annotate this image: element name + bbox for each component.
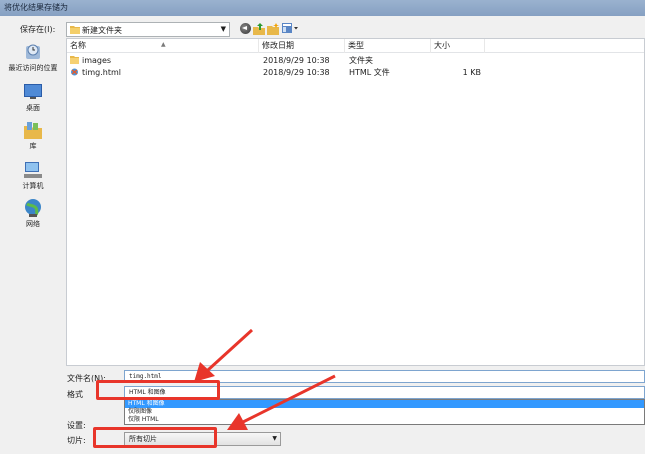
new-folder-icon[interactable] [267,23,279,35]
sort-ascending-icon: ▲ [161,41,166,48]
network-icon [22,198,44,218]
place-label: 网络 [26,220,40,228]
file-name: timg.html [82,68,121,77]
place-label: 桌面 [26,104,40,112]
file-name-cell: timg.html [70,67,121,79]
back-icon[interactable] [240,23,251,34]
format-dropdown-list[interactable]: HTML 和图像 仅限图像 仅限 HTML [124,399,645,425]
places-bar: 最近访问的位置 桌面 库 计算机 网络 [0,40,66,364]
column-name-label: 名称 [70,41,86,50]
folder-icon [70,56,79,64]
view-menu-icon[interactable] [282,23,298,34]
place-libraries[interactable]: 库 [0,120,66,151]
computer-icon [22,160,44,180]
file-list[interactable]: 名称 ▲ 修改日期 类型 大小 images 2018/9/29 10:38 文… [66,38,645,366]
column-header-name[interactable]: 名称 ▲ [67,39,259,53]
title-bar: 将优化结果存储为 [0,0,645,16]
place-network[interactable]: 网络 [0,198,66,229]
file-name: images [82,56,112,65]
place-label: 库 [29,142,37,150]
file-list-header: 名称 ▲ 修改日期 类型 大小 [67,39,644,53]
place-recent[interactable]: 最近访问的位置 [0,42,66,73]
format-option[interactable]: 仅限 HTML [125,416,644,424]
format-label: 格式 [67,390,83,399]
html-file-icon [70,68,79,76]
place-computer[interactable]: 计算机 [0,160,66,191]
chevron-down-icon: ▼ [272,435,277,442]
file-size-cell: 1 KB [462,68,481,77]
file-date-cell: 2018/9/29 10:38 [263,56,330,65]
location-dropdown[interactable]: 新建文件夹 ▼ [66,22,230,37]
file-type-cell: 文件夹 [349,56,373,65]
format-option[interactable]: 仅限图像 [125,408,644,416]
column-date-label: 修改日期 [262,41,294,50]
column-size-label: 大小 [434,41,450,50]
file-row[interactable]: timg.html 2018/9/29 10:38 HTML 文件 1 KB [67,67,487,79]
place-label: 计算机 [22,182,44,190]
save-in-label: 保存在(I): [20,25,56,34]
column-header-date[interactable]: 修改日期 [259,39,345,53]
chevron-down-icon: ▼ [220,25,226,33]
annotation-box-format [96,380,220,400]
settings-label: 设置: [67,421,86,430]
file-row[interactable]: images 2018/9/29 10:38 文件夹 [67,55,487,67]
place-desktop[interactable]: 桌面 [0,82,66,113]
format-option[interactable]: HTML 和图像 [125,400,644,408]
location-text: 新建文件夹 [82,26,122,35]
toolbar: 保存在(I): 新建文件夹 ▼ [0,16,645,40]
slices-label: 切片: [67,436,86,445]
window-title: 将优化结果存储为 [4,3,68,12]
annotation-box-slices [93,427,217,448]
file-date-cell: 2018/9/29 10:38 [263,68,330,77]
desktop-icon [22,82,44,102]
recent-places-icon [22,42,44,62]
column-header-type[interactable]: 类型 [345,39,431,53]
column-type-label: 类型 [348,41,364,50]
libraries-icon [22,120,44,140]
file-name-cell: images [70,55,111,67]
up-folder-icon[interactable] [253,23,265,35]
place-label: 最近访问的位置 [8,64,58,72]
folder-icon [70,25,80,36]
column-header-size[interactable]: 大小 [431,39,485,53]
file-type-cell: HTML 文件 [349,68,390,77]
